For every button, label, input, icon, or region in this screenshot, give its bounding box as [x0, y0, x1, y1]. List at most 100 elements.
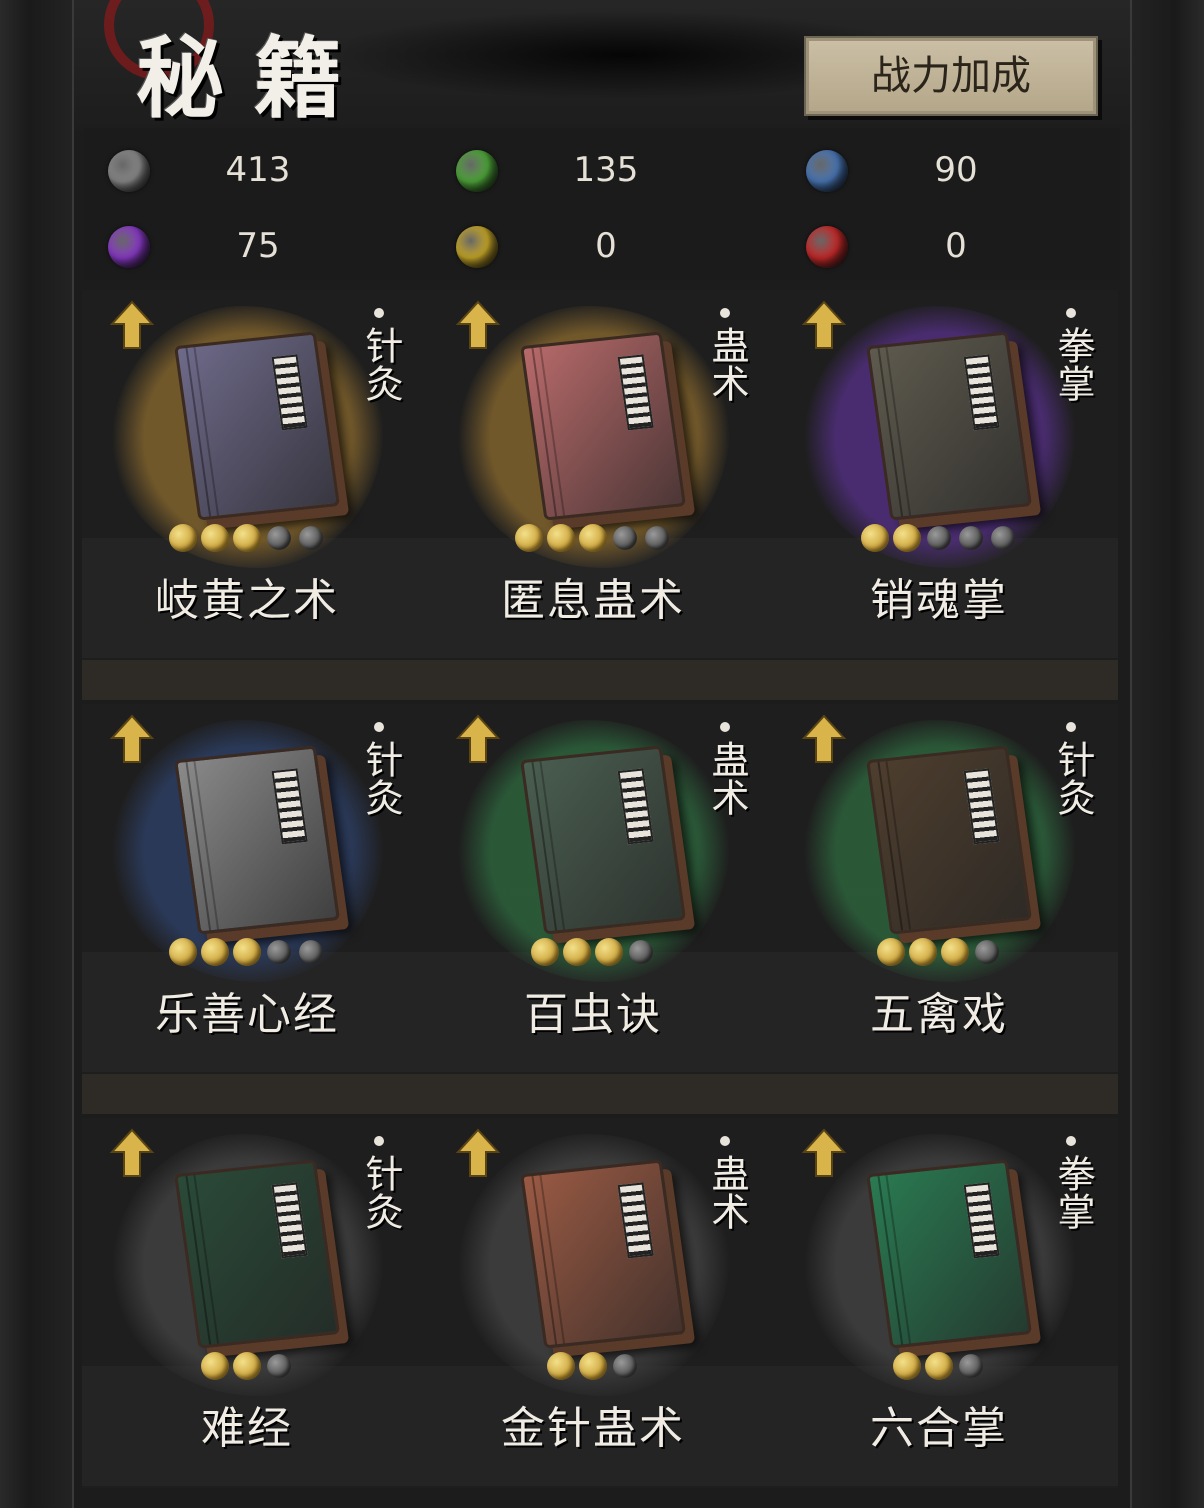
book-cover-icon	[866, 745, 1032, 935]
star-filled-icon	[201, 524, 229, 552]
star-filled-icon	[531, 938, 559, 966]
book-title-strip	[271, 1182, 308, 1259]
book-category: 拳掌	[1051, 1154, 1095, 1230]
star-filled-icon	[925, 1352, 953, 1380]
gray-orb-icon	[108, 150, 150, 192]
category-dot	[720, 722, 730, 732]
resource-item: 135	[432, 138, 772, 198]
star-rating	[82, 938, 412, 972]
book-cover-icon	[520, 1159, 686, 1349]
book-category: 蛊术	[705, 326, 749, 402]
gold-orb-icon	[456, 226, 498, 268]
category-dot	[1066, 1136, 1076, 1146]
star-filled-icon	[547, 524, 575, 552]
star-filled-icon	[941, 938, 969, 966]
book-name: 岐黄之术	[155, 575, 339, 626]
upgrade-arrow-icon	[110, 714, 154, 763]
category-dot	[720, 308, 730, 318]
star-filled-icon	[169, 524, 197, 552]
star-rating	[774, 524, 1104, 558]
book-title-strip	[271, 354, 308, 431]
book-card[interactable]: 拳掌 六合掌	[774, 1118, 1104, 1478]
resource-value: 75	[236, 226, 280, 266]
upgrade-arrow-icon	[456, 714, 500, 763]
book-card[interactable]: 针灸 五禽戏	[774, 704, 1104, 1064]
star-filled-icon	[595, 938, 623, 966]
star-filled-icon	[515, 524, 543, 552]
star-filled-icon	[893, 524, 921, 552]
resource-value: 90	[934, 150, 978, 190]
star-rating	[428, 1352, 758, 1386]
star-empty-icon	[267, 940, 291, 964]
book-cover-icon	[866, 1159, 1032, 1349]
star-rating	[428, 938, 758, 972]
star-rating	[82, 524, 412, 558]
star-filled-icon	[893, 1352, 921, 1380]
book-card[interactable]: 针灸 难经	[82, 1118, 412, 1478]
book-card[interactable]: 蛊术匿息蛊术	[428, 290, 758, 650]
category-dot	[1066, 308, 1076, 318]
category-dot	[720, 1136, 730, 1146]
book-name: 销魂掌	[870, 575, 1008, 626]
star-empty-icon	[267, 526, 291, 550]
book-cover-icon	[520, 745, 686, 935]
resource-item: 0	[782, 214, 1122, 274]
book-category: 针灸	[359, 1154, 403, 1230]
star-rating	[82, 1352, 412, 1386]
book-category: 拳掌	[1051, 326, 1095, 402]
book-name: 匿息蛊术	[501, 575, 685, 626]
power-bonus-button[interactable]: 战力加成	[804, 36, 1098, 116]
resource-item: 0	[432, 214, 772, 274]
row-divider	[82, 1074, 1118, 1114]
category-dot	[374, 1136, 384, 1146]
book-card[interactable]: 针灸岐黄之术	[82, 290, 412, 650]
resource-value: 0	[945, 226, 967, 266]
star-filled-icon	[861, 524, 889, 552]
upgrade-arrow-icon	[456, 1128, 500, 1177]
star-filled-icon	[563, 938, 591, 966]
resource-item: 413	[84, 138, 424, 198]
book-category: 针灸	[359, 740, 403, 816]
book-title-strip	[617, 354, 654, 431]
blue-orb-icon	[806, 150, 848, 192]
resource-item: 75	[84, 214, 424, 274]
star-filled-icon	[169, 938, 197, 966]
star-empty-icon	[975, 940, 999, 964]
star-empty-icon	[299, 940, 323, 964]
star-empty-icon	[991, 526, 1015, 550]
star-empty-icon	[959, 526, 983, 550]
book-title-strip	[617, 768, 654, 845]
star-filled-icon	[233, 1352, 261, 1380]
star-empty-icon	[613, 526, 637, 550]
star-empty-icon	[267, 1354, 291, 1378]
category-dot	[374, 308, 384, 318]
star-empty-icon	[629, 940, 653, 964]
purple-orb-icon	[108, 226, 150, 268]
star-filled-icon	[579, 1352, 607, 1380]
star-empty-icon	[613, 1354, 637, 1378]
left-frame	[0, 0, 74, 1508]
category-dot	[374, 722, 384, 732]
book-card[interactable]: 蛊术 百虫诀	[428, 704, 758, 1064]
star-filled-icon	[547, 1352, 575, 1380]
book-title-strip	[963, 354, 1000, 431]
upgrade-arrow-icon	[110, 1128, 154, 1177]
book-cover-icon	[520, 331, 686, 521]
row-divider	[82, 660, 1118, 700]
book-name: 五禽戏	[870, 989, 1008, 1040]
star-filled-icon	[909, 938, 937, 966]
book-card[interactable]: 蛊术 金针蛊术	[428, 1118, 758, 1478]
book-category: 针灸	[359, 326, 403, 402]
book-card[interactable]: 拳掌销魂掌	[774, 290, 1104, 650]
star-filled-icon	[201, 1352, 229, 1380]
right-frame	[1130, 0, 1204, 1508]
book-category: 蛊术	[705, 740, 749, 816]
star-rating	[774, 1352, 1104, 1386]
red-orb-icon	[806, 226, 848, 268]
resource-value: 0	[595, 226, 617, 266]
star-filled-icon	[233, 938, 261, 966]
star-empty-icon	[959, 1354, 983, 1378]
book-cover-icon	[866, 331, 1032, 521]
star-filled-icon	[201, 938, 229, 966]
book-card[interactable]: 针灸 乐善心经	[82, 704, 412, 1064]
